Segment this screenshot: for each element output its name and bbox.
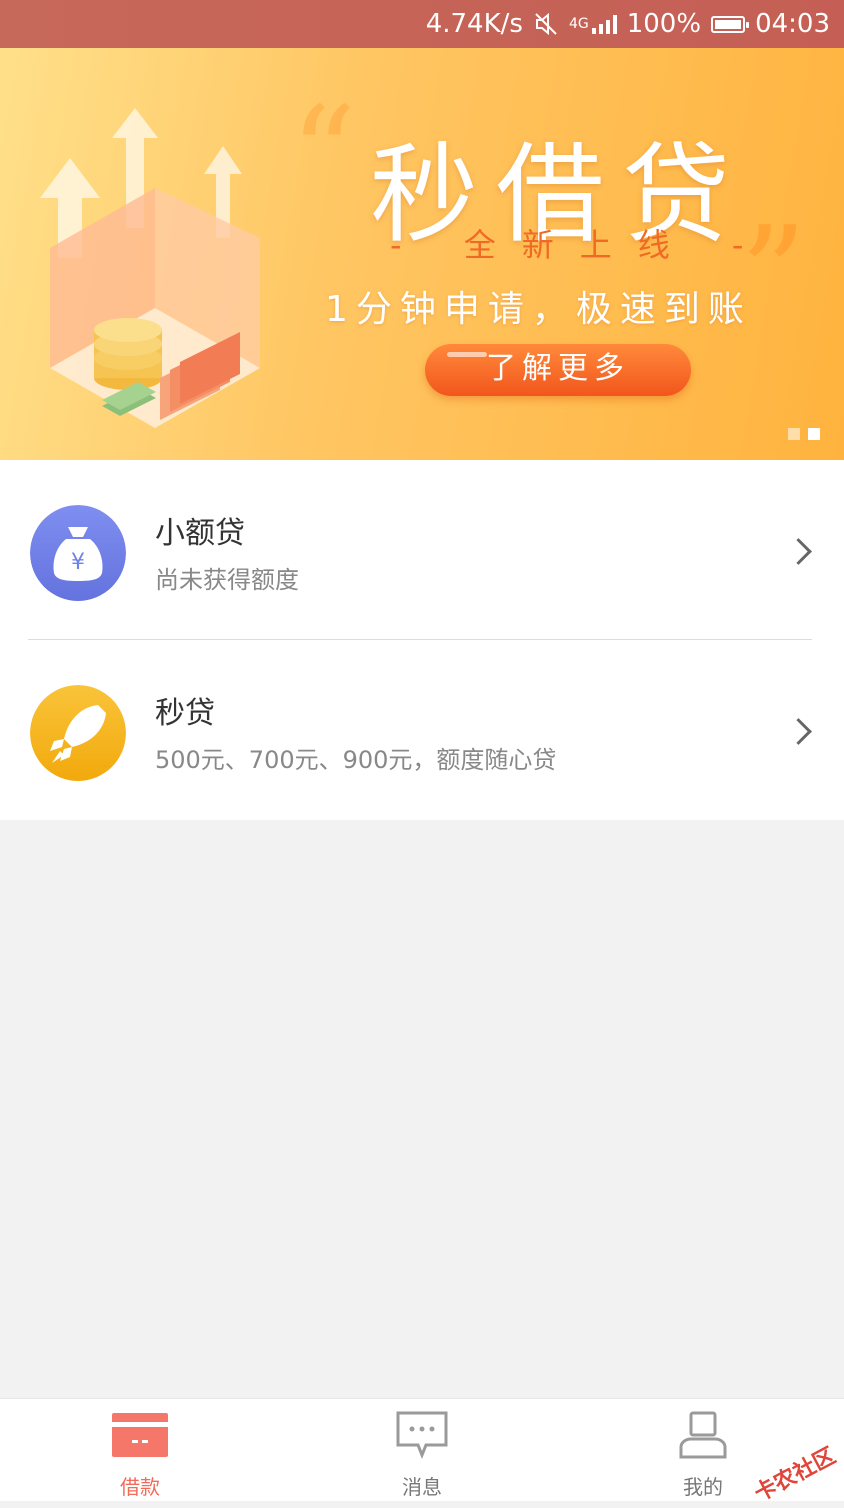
clock: 04:03 bbox=[755, 9, 830, 39]
tab-label: 借款 bbox=[120, 1475, 160, 1499]
message-icon bbox=[396, 1411, 448, 1459]
tab-loan[interactable]: 借款 bbox=[70, 1399, 210, 1501]
bottom-tab-bar: 借款 消息 我的 卡农社区 bbox=[0, 1398, 844, 1507]
battery-percent: 100% bbox=[626, 9, 702, 39]
network-speed: 4.74K/s bbox=[425, 9, 523, 39]
status-bar: 4.74K/s 4G 100% 04:03 bbox=[0, 0, 844, 48]
battery-icon bbox=[711, 15, 750, 33]
signal-icon: 4G bbox=[569, 14, 617, 34]
promo-banner[interactable]: “ 秒借贷 - 全新上线 - ” 1分钟申请，极速到账 了解更多 bbox=[0, 48, 844, 460]
open-quote-icon: “ bbox=[290, 78, 357, 230]
chevron-right-icon bbox=[785, 718, 812, 745]
loan-name: 秒贷 bbox=[155, 696, 215, 731]
rocket-icon bbox=[30, 685, 126, 781]
mute-icon bbox=[533, 11, 559, 37]
banner-pagination bbox=[788, 428, 820, 440]
tab-label: 消息 bbox=[402, 1475, 442, 1499]
banner-slogan: 1分钟申请，极速到账 bbox=[325, 289, 752, 330]
pagination-dot-active[interactable] bbox=[808, 428, 820, 440]
chevron-right-icon bbox=[785, 538, 812, 565]
loan-item-instant[interactable]: 秒贷 500元、700元、900元，额度随心贷 bbox=[0, 640, 844, 820]
learn-more-button[interactable]: 了解更多 bbox=[425, 344, 691, 396]
card-icon bbox=[112, 1413, 168, 1457]
banner-subtitle: - 全新上线 - bbox=[390, 226, 770, 264]
tab-messages[interactable]: 消息 bbox=[352, 1399, 492, 1501]
loan-name: 小额贷 bbox=[155, 516, 245, 551]
svg-text:¥: ¥ bbox=[71, 550, 85, 575]
pagination-dot[interactable] bbox=[788, 428, 800, 440]
money-bag-icon: ¥ bbox=[30, 505, 126, 601]
box-illustration-icon bbox=[40, 108, 260, 428]
loan-desc: 500元、700元、900元，额度随心贷 bbox=[155, 746, 557, 774]
loan-desc: 尚未获得额度 bbox=[155, 566, 299, 594]
loan-item-small[interactable]: ¥ 小额贷 尚未获得额度 bbox=[0, 460, 844, 640]
network-type: 4G bbox=[568, 16, 589, 32]
loan-list: ¥ 小额贷 尚未获得额度 秒贷 500元、700元、900元，额度随心贷 bbox=[0, 460, 844, 820]
user-icon bbox=[679, 1411, 727, 1459]
